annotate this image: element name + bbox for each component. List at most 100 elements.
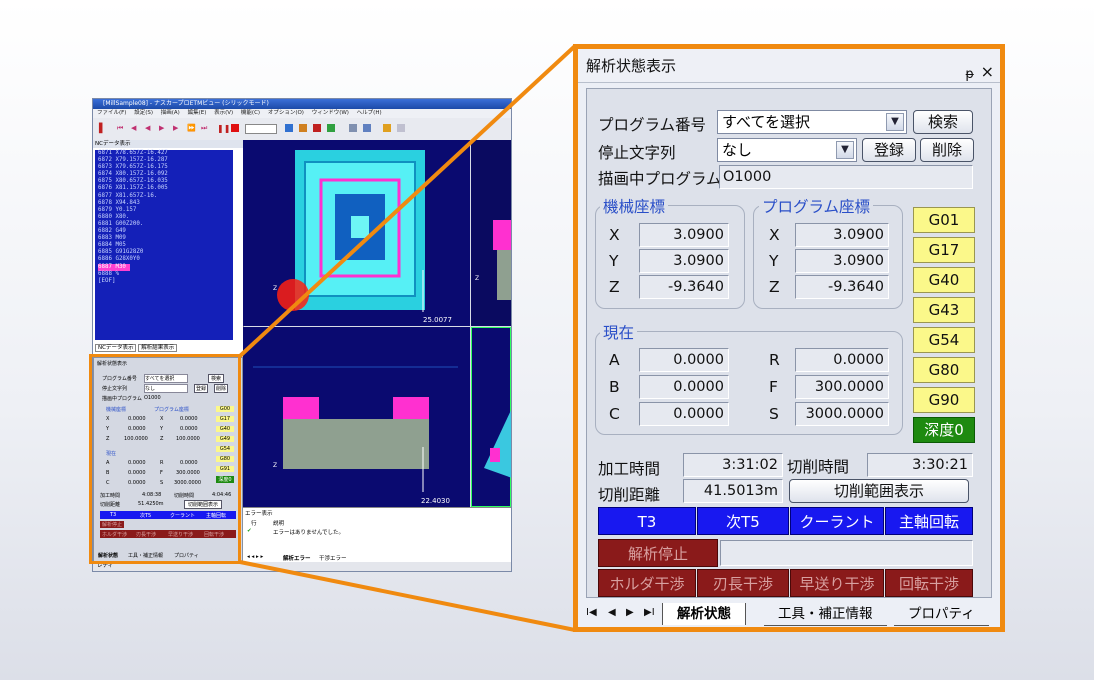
tab-interference-error[interactable]: 干渉エラー	[319, 554, 347, 562]
rewind-icon[interactable]: ⏮	[117, 124, 125, 132]
fast-forward-icon[interactable]: ⏩	[187, 124, 196, 132]
stop-char-label: 停止文字列	[598, 144, 676, 162]
panel-body: プログラム番号 すべてを選択 ▼ 検索 停止文字列 なし ▼ 登録 削除 描画中…	[586, 88, 992, 598]
cutting-distance-field: 41.5013m	[683, 479, 783, 503]
gcode-badge-6: G80	[913, 357, 975, 383]
pin-icon[interactable]: ᵽ	[965, 58, 974, 92]
delete-button[interactable]: 削除	[920, 138, 974, 162]
search-button[interactable]: 検索	[913, 110, 973, 134]
nc-line[interactable]: 6874 X80.157Z-16.092	[98, 171, 233, 178]
nc-line[interactable]: 6876 X81.157Z-16.005	[98, 185, 233, 192]
play-icon[interactable]: ▶	[159, 124, 167, 132]
stop-char-value: なし	[722, 141, 753, 159]
nc-code-list[interactable]: 6871 X78.657Z-16.427 6872 X79.157Z-16.287…	[95, 150, 233, 340]
wire-icon[interactable]	[363, 124, 371, 132]
tab-analysis-error[interactable]: 解析エラー	[283, 554, 311, 562]
holder-interference-indicator: ホルダ干渉	[598, 569, 696, 597]
nc-line[interactable]: 6880 X80.	[98, 214, 233, 221]
machining-time-field: 3:31:02	[683, 453, 783, 477]
program-x-label: X	[769, 226, 780, 244]
close-icon[interactable]: ×	[981, 55, 994, 89]
machine-z-label: Z	[609, 278, 620, 296]
tab-nc-data[interactable]: NCデータ表示	[95, 344, 137, 352]
open-icon[interactable]: ▌	[99, 124, 107, 134]
next-tab-icon[interactable]: ▶	[626, 607, 634, 618]
end-icon[interactable]: ⏭	[201, 124, 209, 132]
chevron-down-icon[interactable]: ▼	[836, 141, 854, 159]
panel-title-text: 解析状態表示	[586, 57, 677, 75]
nc-line[interactable]: 6887 M30	[98, 263, 130, 271]
menu-draw[interactable]: 描画(A)	[161, 110, 180, 116]
program-no-select[interactable]: すべてを選択 ▼	[717, 110, 907, 134]
menu-view[interactable]: 表示(V)	[214, 110, 233, 116]
menu-file[interactable]: ファイル(F)	[97, 110, 126, 116]
analysis-status-panel: 解析状態表示 ᵽ × プログラム番号 すべてを選択 ▼ 検索 停止文字列 なし …	[573, 44, 1005, 632]
program-z-label: Z	[769, 278, 780, 296]
menu-help[interactable]: ヘルプ(H)	[357, 110, 382, 116]
step-back-icon[interactable]: ◀	[131, 124, 139, 132]
drawing-program-field: O1000	[719, 165, 973, 189]
nc-line[interactable]: 6883 M09	[98, 235, 233, 242]
nc-line[interactable]: 6873 X79.657Z-16.175	[98, 164, 233, 171]
menu-window[interactable]: ウィンドウ(W)	[312, 110, 349, 116]
nc-line[interactable]: 6885 G91G28Z0	[98, 249, 233, 256]
nc-line[interactable]: 6888 %	[98, 271, 233, 278]
program-x-field: 3.0900	[795, 223, 889, 247]
menu-edit[interactable]: 編集(E)	[188, 110, 207, 116]
cutting-range-button[interactable]: 切削範囲表示	[789, 479, 969, 503]
nc-line[interactable]: [EOF]	[98, 278, 233, 285]
nc-line[interactable]: 6877 X81.657Z-16.	[98, 193, 233, 200]
error-col-line: 行	[251, 521, 257, 527]
view-icon[interactable]	[285, 124, 293, 132]
nc-line[interactable]: 6879 Y0.157	[98, 207, 233, 214]
solid-icon[interactable]	[349, 124, 357, 132]
stop-char-select[interactable]: なし ▼	[717, 138, 857, 162]
machine-z-field: -9.3640	[639, 275, 729, 299]
nc-line[interactable]: 6875 X80.657Z-16.035	[98, 178, 233, 185]
holder-icon[interactable]	[313, 124, 321, 132]
current-c-label: C	[609, 405, 620, 423]
split-icon[interactable]	[397, 124, 405, 132]
side-view[interactable]: Z	[471, 140, 511, 326]
layout-icon[interactable]	[383, 124, 391, 132]
nc-line[interactable]: 6871 X78.657Z-16.427	[98, 150, 233, 157]
last-tab-icon[interactable]: ▶I	[644, 607, 655, 618]
app-title-bar: [MillSample08] - ナスカープロETMビュー (シリックモード)	[93, 99, 511, 109]
menu-function[interactable]: 機能(C)	[241, 110, 260, 116]
first-tab-icon[interactable]: I◀	[586, 607, 597, 618]
tab-tool-correction[interactable]: 工具・補正情報	[764, 603, 887, 626]
program-y-field: 3.0900	[795, 249, 889, 273]
tool-icon[interactable]	[299, 124, 307, 132]
nc-line[interactable]: 6881 G00Z200.	[98, 221, 233, 228]
gcode-badge-7: G90	[913, 387, 975, 413]
chevron-down-icon[interactable]: ▼	[886, 113, 904, 131]
front-view[interactable]: 22.4030 Z	[243, 327, 470, 507]
stop-icon[interactable]	[231, 124, 239, 132]
view1-scale-label: 25.0077	[423, 316, 452, 324]
nc-line[interactable]: 6872 X79.157Z-16.287	[98, 157, 233, 164]
gcode-badge-5: G54	[913, 327, 975, 353]
nc-line[interactable]: 6886 G28X0Y0	[98, 256, 233, 263]
register-button[interactable]: 登録	[862, 138, 916, 162]
tab-analysis-status[interactable]: 解析状態	[662, 603, 746, 625]
speed-select[interactable]	[245, 124, 277, 134]
prev-tab-icon[interactable]: ◀	[608, 607, 616, 618]
top-view[interactable]: 25.0077 Z	[243, 140, 470, 326]
iso-view[interactable]	[471, 327, 511, 507]
pause-icon[interactable]: ❚❚	[217, 124, 230, 133]
step-icon[interactable]: ▶	[173, 124, 181, 132]
nc-line[interactable]: 6878 X94.843	[98, 200, 233, 207]
nc-data-panel: NCデータ表示 6871 X78.657Z-16.427 6872 X79.157…	[93, 140, 244, 356]
current-a-label: A	[609, 351, 620, 369]
tab-analysis-result[interactable]: 解析結果表示	[138, 344, 178, 352]
menu-option[interactable]: オプション(O)	[268, 110, 304, 116]
tab-properties[interactable]: プロパティ	[894, 603, 989, 626]
nc-line[interactable]: 6882 G49	[98, 228, 233, 235]
nc-line[interactable]: 6884 M05	[98, 242, 233, 249]
nc-tabs: NCデータ表示 解析結果表示	[95, 343, 178, 352]
current-r-field: 0.0000	[795, 348, 889, 372]
menu-settings[interactable]: 設定(S)	[134, 110, 153, 116]
play-back-icon[interactable]: ◀	[145, 124, 153, 132]
current-f-field: 300.0000	[795, 375, 889, 399]
shape-icon[interactable]	[327, 124, 335, 132]
